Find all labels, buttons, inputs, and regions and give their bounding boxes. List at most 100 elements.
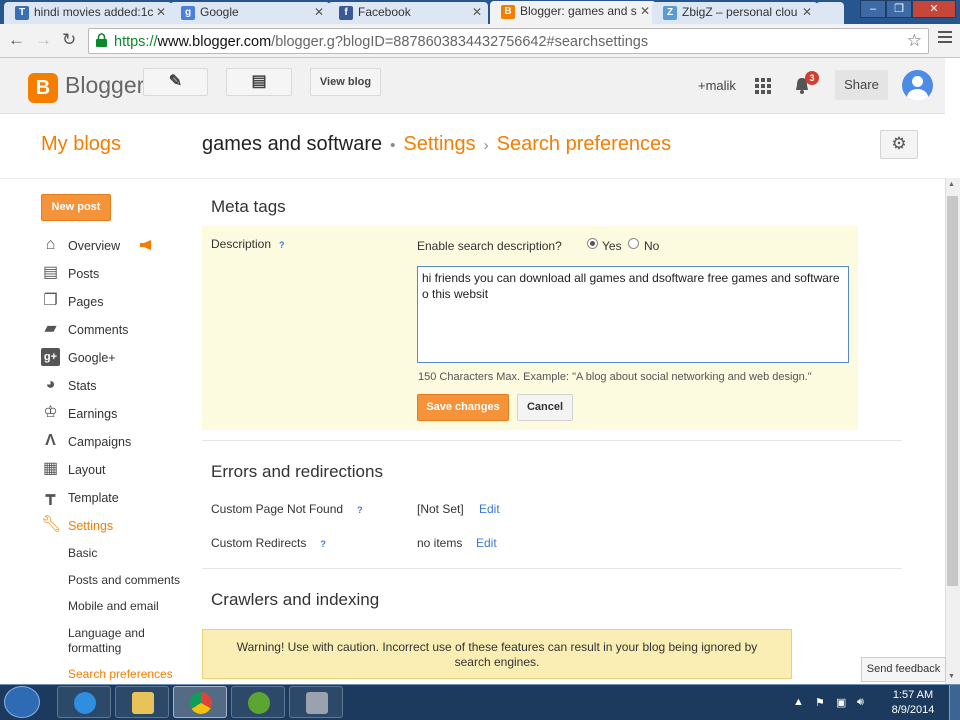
new-post-button[interactable]: New post: [41, 194, 111, 221]
gear-icon[interactable]: ⚙: [880, 130, 918, 159]
blogger-logo-icon[interactable]: [28, 73, 58, 103]
my-blogs-link[interactable]: My blogs: [41, 133, 121, 156]
home-icon: ⌂: [45, 236, 56, 253]
close-icon[interactable]: ✕: [472, 5, 482, 19]
browser-tab-strip: T hindi movies added:1c ✕ g Google ✕ f F…: [0, 0, 960, 24]
crawlers-heading: Crawlers and indexing: [211, 590, 380, 609]
sidebar-item-earnings[interactable]: ♔ Earnings: [41, 403, 191, 425]
scroll-up-arrow-icon[interactable]: ▲: [948, 181, 955, 188]
sidebar-item-pages[interactable]: ❐ Pages: [41, 291, 191, 313]
comments-icon: ▰: [44, 320, 57, 337]
settings-sub-mobile-email[interactable]: Mobile and email: [68, 599, 159, 614]
help-icon[interactable]: ?: [320, 539, 326, 549]
radio-yes-label[interactable]: Yes: [602, 239, 622, 253]
radio-yes[interactable]: [587, 238, 598, 249]
description-label-text: Description: [211, 237, 272, 251]
sidebar-item-posts[interactable]: ▤ Posts: [41, 263, 191, 285]
share-button[interactable]: Share: [835, 70, 888, 100]
browser-tab[interactable]: T hindi movies added:1c ✕: [4, 2, 172, 24]
sidebar-item-campaigns[interactable]: Λ Campaigns: [41, 431, 191, 453]
trophy-icon: ♔: [43, 404, 58, 421]
wrench-icon: 🔧︎: [41, 516, 62, 533]
address-bar[interactable]: https://www.blogger.com/blogger.g?blogID…: [88, 28, 929, 54]
new-tab-button[interactable]: [816, 2, 844, 24]
close-icon[interactable]: ✕: [640, 4, 650, 18]
help-icon[interactable]: ?: [279, 240, 285, 250]
browser-tab[interactable]: f Facebook ✕: [328, 2, 488, 24]
custom-redirects-label: Custom Redirects?: [211, 536, 326, 550]
radio-no[interactable]: [628, 238, 639, 249]
view-posts-button[interactable]: ▤: [226, 68, 292, 96]
tray-expand-icon[interactable]: ▲: [793, 696, 804, 708]
browser-tab[interactable]: g Google ✕: [170, 2, 330, 24]
sidebar-item-comments[interactable]: ▰ Comments: [41, 319, 191, 341]
show-desktop-button[interactable]: [949, 685, 960, 720]
close-icon[interactable]: ✕: [156, 5, 166, 19]
taskbar-app-icon[interactable]: [289, 686, 343, 718]
edit-not-found-link[interactable]: Edit: [479, 502, 500, 516]
tab-title: Blogger: games and s: [520, 4, 637, 18]
sidebar-item-google-plus[interactable]: g+ Google+: [41, 347, 191, 369]
sidebar-item-label: Template: [68, 491, 119, 505]
page-title: Search preferences: [496, 133, 672, 155]
sidebar-item-overview[interactable]: ⌂ Overview: [41, 235, 191, 257]
tray-flag-icon[interactable]: ⚑: [815, 696, 825, 709]
scroll-down-arrow-icon[interactable]: ▼: [948, 673, 955, 680]
windows-start-button[interactable]: [4, 686, 40, 718]
taskbar-ie-icon[interactable]: [57, 686, 111, 718]
divider: [202, 568, 902, 569]
divider: [202, 440, 902, 441]
taskbar-utorrent-icon[interactable]: [231, 686, 285, 718]
layout-icon: ▦: [42, 460, 59, 477]
taskbar-chrome-icon[interactable]: [173, 686, 227, 718]
help-icon[interactable]: ?: [357, 505, 363, 515]
view-blog-button[interactable]: View blog: [310, 68, 381, 96]
bookmark-star-icon[interactable]: ☆: [907, 31, 922, 51]
chrome-menu-icon[interactable]: [938, 31, 952, 45]
reload-icon[interactable]: ↻: [62, 30, 76, 50]
save-changes-button[interactable]: Save changes: [417, 394, 509, 421]
search-description-textarea[interactable]: [417, 266, 849, 363]
tray-volume-icon[interactable]: 🔊︎: [857, 696, 864, 709]
breadcrumb-blog[interactable]: games and software: [202, 133, 382, 155]
back-arrow-icon[interactable]: ←: [8, 30, 25, 50]
sidebar-item-layout[interactable]: ▦ Layout: [41, 459, 191, 481]
taskbar-clock[interactable]: 1:57 AM 8/9/2014: [885, 688, 941, 718]
apps-grid-icon[interactable]: [755, 78, 771, 94]
avatar[interactable]: [902, 70, 933, 101]
settings-sub-posts-comments[interactable]: Posts and comments: [68, 573, 180, 588]
close-icon[interactable]: ✕: [314, 5, 324, 19]
tray-network-icon[interactable]: ▣: [836, 696, 846, 709]
custom-page-not-found-text: Custom Page Not Found: [211, 502, 344, 516]
browser-tab[interactable]: Z ZbigZ – personal clou ✕: [652, 2, 818, 24]
settings-sub-search-preferences[interactable]: Search preferences: [68, 667, 173, 682]
send-feedback-button[interactable]: Send feedback: [861, 657, 946, 682]
tab-favicon-icon: T: [15, 6, 29, 20]
settings-sub-language[interactable]: Language and formatting: [68, 626, 168, 656]
user-name-link[interactable]: +malik: [698, 78, 736, 93]
taskbar-explorer-icon[interactable]: [115, 686, 169, 718]
sidebar-item-template[interactable]: ┳ Template: [41, 487, 191, 509]
breadcrumb-settings[interactable]: Settings: [403, 133, 475, 155]
sidebar-item-settings[interactable]: 🔧︎ Settings: [41, 515, 191, 537]
cancel-button[interactable]: Cancel: [517, 394, 573, 421]
close-icon[interactable]: ✕: [802, 5, 812, 19]
breadcrumb-separator-icon: ›: [483, 137, 489, 154]
settings-sub-basic[interactable]: Basic: [68, 546, 97, 561]
tab-favicon-icon: B: [501, 5, 515, 19]
template-icon: ┳: [45, 488, 56, 505]
brand-name[interactable]: Blogger: [65, 72, 144, 99]
maximize-icon[interactable]: ❐: [886, 0, 912, 18]
sidebar-item-label: Posts: [68, 267, 100, 281]
scrollbar-thumb[interactable]: [947, 196, 958, 586]
breadcrumb: games and software • Settings › Search prefe…: [202, 133, 671, 156]
minimize-icon[interactable]: –: [860, 0, 886, 18]
sidebar-item-label: Stats: [68, 379, 97, 393]
forward-arrow-icon[interactable]: →: [35, 30, 52, 50]
sidebar-item-stats[interactable]: ◕ Stats: [41, 375, 191, 397]
edit-redirects-link[interactable]: Edit: [476, 536, 497, 550]
browser-tab-active[interactable]: B Blogger: games and s ✕: [490, 1, 656, 24]
close-window-icon[interactable]: ✕: [912, 0, 956, 18]
radio-no-label[interactable]: No: [644, 239, 659, 253]
compose-button[interactable]: ✎: [143, 68, 208, 96]
